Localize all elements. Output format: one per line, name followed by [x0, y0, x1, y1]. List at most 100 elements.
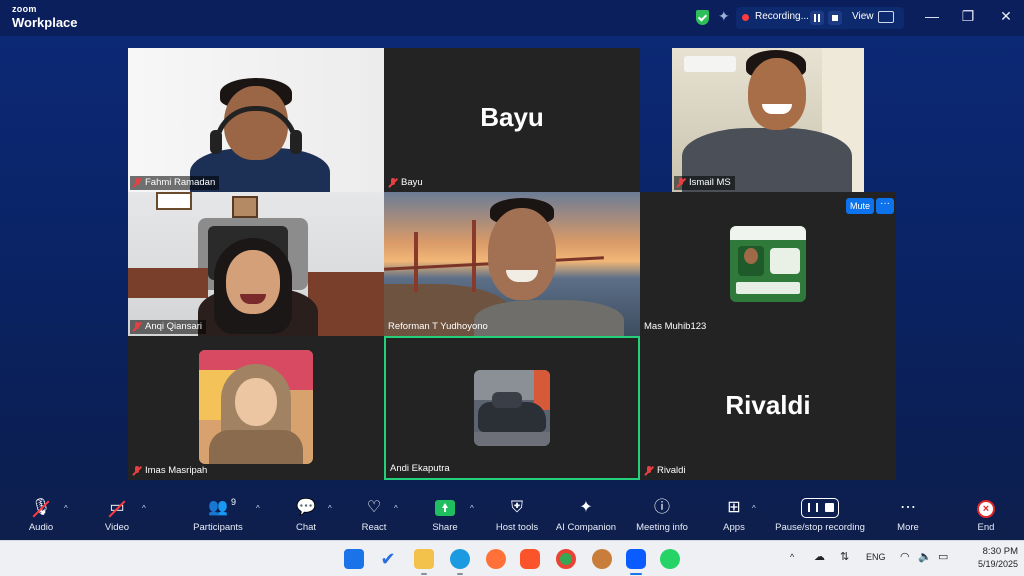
restore-button[interactable]: ❐ — [958, 8, 978, 25]
pause-recording-button[interactable] — [810, 11, 824, 25]
clock-date: 5/19/2025 — [977, 559, 1018, 569]
brand-line1: zoom — [12, 4, 37, 14]
ai-companion-label: AI Companion — [555, 522, 617, 533]
video-tile-anqi-qiansari[interactable]: Anqi Qiansari — [128, 192, 384, 336]
apps-options-caret-icon[interactable]: ^ — [752, 504, 756, 513]
encryption-shield-icon[interactable] — [696, 10, 709, 25]
shield-icon: ⛨ — [510, 499, 524, 516]
mute-participant-button[interactable]: Mute — [846, 198, 874, 214]
show-hidden-icons-caret-icon[interactable]: ^ — [790, 552, 794, 562]
participant-avatar — [474, 370, 550, 446]
firefox-icon[interactable] — [486, 549, 506, 569]
windows-taskbar: ✔ ^ ☁ ⇅ ENG ◠ 🔈 ▭ 8:30 PM 5/19/2025 — [0, 540, 1024, 576]
recording-label: Recording... — [755, 11, 809, 22]
host-tools-button[interactable]: ⛨ Host tools — [490, 492, 544, 540]
meeting-toolbar: 🎙 Audio ^ ▭ Video ^ 👥 9 Participants ^ 💬… — [0, 492, 1024, 540]
muted-mic-icon — [676, 178, 686, 188]
title-bar: zoom Workplace ✦ Recording... View — ❐ ✕ — [0, 0, 1024, 36]
video-tile-reforman-t-yudhoyono[interactable]: Reforman T Yudhoyono — [384, 192, 640, 336]
onedrive-cloud-icon[interactable]: ☁ — [814, 550, 825, 563]
react-options-caret-icon[interactable]: ^ — [394, 504, 398, 513]
muted-mic-icon — [644, 466, 654, 476]
video-tile-ismail-ms[interactable]: Ismail MS — [672, 48, 864, 192]
audio-options-caret-icon[interactable]: ^ — [64, 504, 68, 513]
app-icon[interactable] — [592, 549, 612, 569]
meeting-info-label: Meeting info — [636, 522, 688, 533]
brave-browser-icon[interactable] — [520, 549, 540, 569]
react-button[interactable]: ♡ React — [352, 492, 396, 540]
share-options-caret-icon[interactable]: ^ — [470, 504, 474, 513]
muted-mic-icon — [132, 466, 142, 476]
battery-icon[interactable]: ▭ — [938, 550, 948, 563]
file-explorer-icon[interactable] — [414, 549, 434, 569]
share-button[interactable]: Share — [422, 492, 468, 540]
more-button[interactable]: ⋯ More — [888, 492, 928, 540]
participant-nametag: Ismail MS — [674, 176, 735, 190]
participant-name: Anqi Qiansari — [145, 321, 203, 332]
participants-button[interactable]: 👥 9 Participants — [186, 492, 250, 540]
participants-options-caret-icon[interactable]: ^ — [256, 504, 260, 513]
video-tile-fahmi-ramadan[interactable]: Fahmi Ramadan — [128, 48, 384, 192]
end-meeting-button[interactable]: × End — [968, 492, 1004, 540]
chat-options-caret-icon[interactable]: ^ — [328, 504, 332, 513]
speaker-icon[interactable]: 🔈 — [918, 550, 932, 563]
participant-nametag: Reforman T Yudhoyono — [386, 320, 492, 334]
pause-stop-recording-button[interactable]: Pause/stop recording — [770, 492, 870, 540]
end-label: End — [977, 522, 995, 533]
participant-name: Bayu — [401, 177, 423, 188]
participant-name: Mas Muhib123 — [644, 321, 707, 332]
participant-more-options-button[interactable]: ··· — [876, 198, 894, 214]
close-button[interactable]: ✕ — [996, 8, 1016, 25]
muted-mic-icon — [388, 178, 398, 188]
clock-time: 8:30 PM — [982, 546, 1018, 557]
wifi-icon[interactable]: ◠ — [900, 550, 910, 563]
windows-start-icon[interactable] — [344, 549, 364, 569]
more-dots-icon: ⋯ — [900, 499, 916, 516]
whatsapp-icon[interactable] — [660, 549, 680, 569]
audio-button[interactable]: 🎙 Audio — [18, 492, 64, 540]
share-screen-icon — [435, 500, 455, 516]
host-tools-label: Host tools — [495, 522, 539, 533]
participants-label: Participants — [193, 522, 243, 533]
share-label: Share — [432, 522, 458, 533]
zoom-logo: zoom Workplace — [12, 4, 78, 30]
meeting-info-button[interactable]: ⓘ Meeting info — [630, 492, 694, 540]
view-button[interactable]: View — [852, 11, 874, 22]
video-button[interactable]: ▭ Video — [94, 492, 140, 540]
network-activity-icon[interactable]: ⇅ — [840, 550, 849, 563]
pause-stop-recording-label: Pause/stop recording — [775, 522, 865, 533]
participant-nametag: Mas Muhib123 — [642, 320, 710, 334]
video-tile-rivaldi[interactable]: Rivaldi Rivaldi — [640, 336, 896, 480]
system-clock[interactable]: 8:30 PM 5/19/2025 — [962, 546, 1018, 570]
participant-avatar — [199, 350, 313, 464]
todo-check-icon[interactable]: ✔ — [378, 549, 398, 569]
video-tile-bayu[interactable]: Bayu Bayu — [384, 48, 640, 192]
video-options-caret-icon[interactable]: ^ — [142, 504, 146, 513]
audio-label: Audio — [28, 522, 54, 533]
recording-dot-icon — [742, 14, 749, 21]
video-grid: Fahmi Ramadan Bayu Bayu Ismail MS Anqi Q… — [128, 48, 896, 480]
edge-browser-icon[interactable] — [450, 549, 470, 569]
muted-mic-icon — [132, 322, 142, 332]
participant-nametag: Imas Masripah — [130, 464, 211, 478]
view-layout-icon[interactable] — [878, 11, 894, 23]
participant-big-name: Bayu — [480, 102, 544, 132]
participant-name: Reforman T Yudhoyono — [388, 321, 488, 332]
ai-companion-sparkle-icon[interactable]: ✦ — [718, 8, 730, 25]
participant-nametag: Anqi Qiansari — [130, 320, 207, 334]
participant-name: Ismail MS — [689, 177, 731, 188]
video-tile-imas-masripah[interactable]: Imas Masripah — [128, 336, 384, 480]
zoom-app-icon[interactable] — [626, 549, 646, 569]
stop-recording-button[interactable] — [828, 11, 842, 25]
language-indicator[interactable]: ENG — [866, 552, 886, 562]
chrome-icon[interactable] — [556, 549, 576, 569]
info-icon: ⓘ — [653, 499, 671, 516]
minimize-button[interactable]: — — [922, 8, 942, 24]
apps-label: Apps — [723, 522, 745, 533]
apps-button[interactable]: ⊞ Apps — [716, 492, 752, 540]
heart-icon: ♡ — [366, 499, 382, 516]
apps-grid-icon: ⊞ — [727, 499, 741, 516]
video-tile-andi-ekaputra[interactable]: Andi Ekaputra — [384, 336, 640, 480]
ai-companion-button[interactable]: ✦ AI Companion — [552, 492, 620, 540]
chat-button[interactable]: 💬 Chat — [284, 492, 328, 540]
